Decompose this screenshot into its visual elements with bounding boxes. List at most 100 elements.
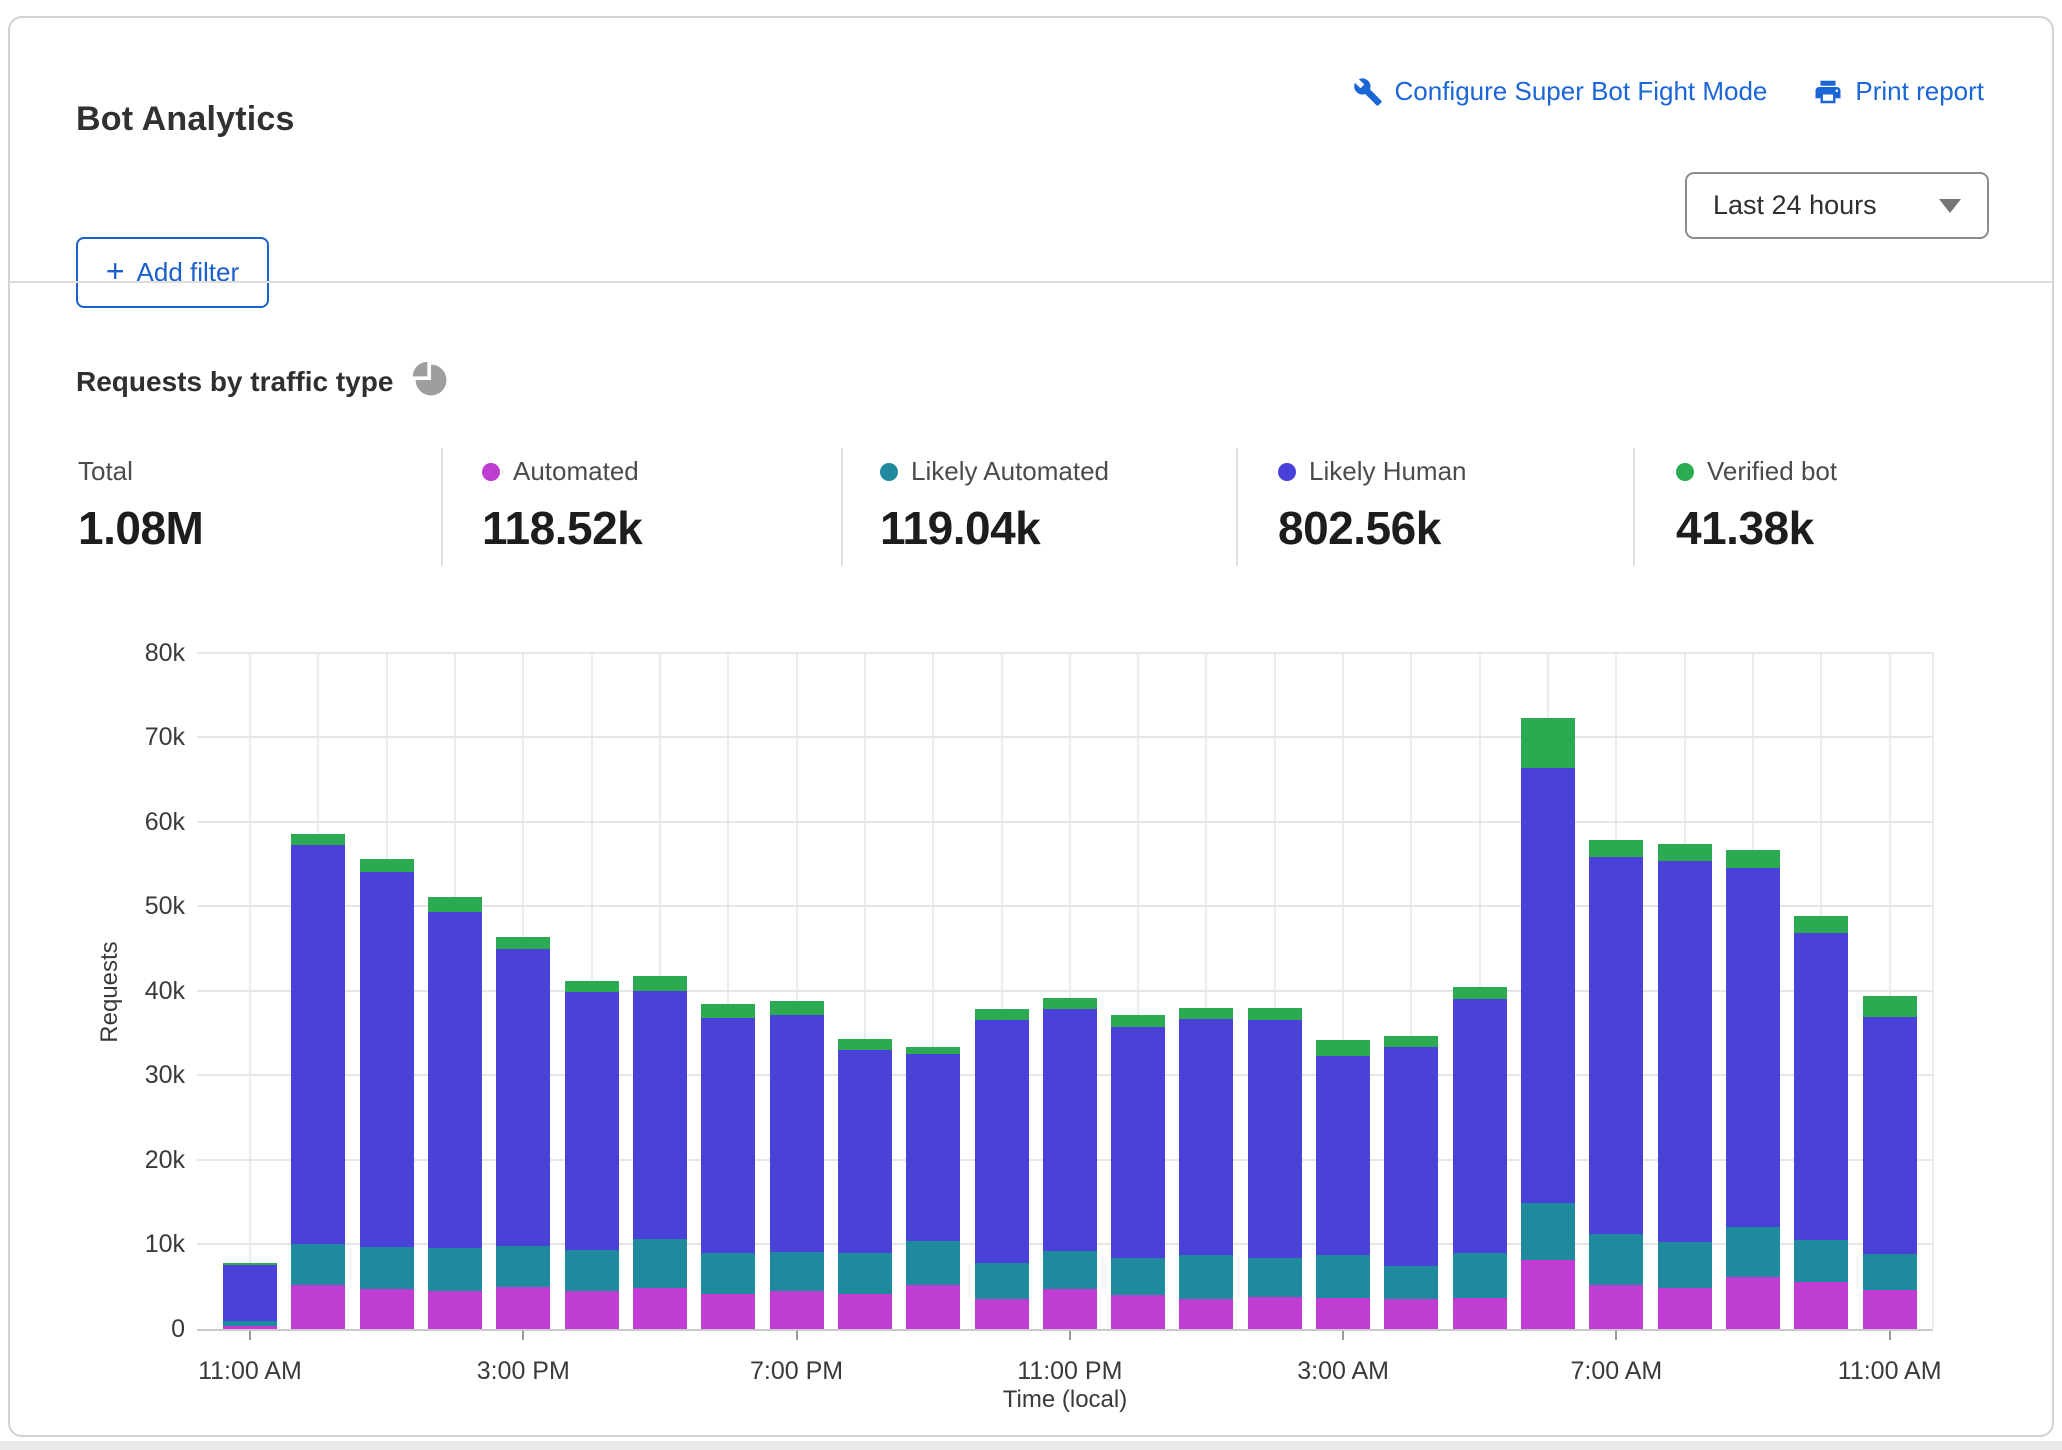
stat-likely-human[interactable]: Likely Human802.56k — [1278, 456, 1467, 555]
bar-segment-verified-bot[interactable] — [906, 1047, 960, 1055]
bar-segment-likely-human[interactable] — [1589, 857, 1643, 1234]
bar-segment-verified-bot[interactable] — [633, 976, 687, 990]
bar-segment-likely-human[interactable] — [1521, 768, 1575, 1203]
bar-segment-likely-human[interactable] — [1453, 999, 1507, 1253]
bar-segment-likely-human[interactable] — [223, 1265, 277, 1321]
bar-segment-likely-automated[interactable] — [428, 1248, 482, 1291]
bar-segment-automated[interactable] — [1589, 1285, 1643, 1329]
bar-segment-likely-automated[interactable] — [1794, 1240, 1848, 1282]
bar-segment-verified-bot[interactable] — [770, 1001, 824, 1015]
bar-segment-automated[interactable] — [496, 1287, 550, 1329]
bar-segment-automated[interactable] — [701, 1294, 755, 1329]
bar-segment-verified-bot[interactable] — [1521, 718, 1575, 768]
bar-segment-automated[interactable] — [428, 1291, 482, 1329]
bar-segment-automated[interactable] — [1726, 1277, 1780, 1329]
bar-segment-verified-bot[interactable] — [1248, 1008, 1302, 1020]
stat-likely-automated[interactable]: Likely Automated119.04k — [880, 456, 1109, 555]
bar-segment-likely-automated[interactable] — [1726, 1227, 1780, 1278]
bar-segment-verified-bot[interactable] — [1863, 996, 1917, 1017]
bar-segment-likely-automated[interactable] — [1658, 1242, 1712, 1289]
bar-segment-automated[interactable] — [1794, 1282, 1848, 1329]
stat-verified-bot[interactable]: Verified bot41.38k — [1676, 456, 1837, 555]
bar-segment-verified-bot[interactable] — [975, 1009, 1029, 1020]
bar-segment-automated[interactable] — [1316, 1298, 1370, 1329]
bar-segment-automated[interactable] — [223, 1326, 277, 1329]
bar-segment-automated[interactable] — [975, 1299, 1029, 1329]
bar-segment-verified-bot[interactable] — [223, 1263, 277, 1265]
bar-segment-automated[interactable] — [770, 1291, 824, 1329]
bar-segment-verified-bot[interactable] — [496, 937, 550, 949]
bar-segment-verified-bot[interactable] — [1453, 987, 1507, 998]
bar-segment-likely-automated[interactable] — [1179, 1255, 1233, 1299]
bar-segment-verified-bot[interactable] — [701, 1004, 755, 1018]
bar-segment-automated[interactable] — [633, 1288, 687, 1329]
bar-segment-likely-automated[interactable] — [1043, 1251, 1097, 1289]
bar-segment-likely-human[interactable] — [1111, 1027, 1165, 1258]
bar-segment-verified-bot[interactable] — [1043, 998, 1097, 1009]
bar-segment-likely-human[interactable] — [838, 1050, 892, 1253]
bar-segment-verified-bot[interactable] — [1658, 844, 1712, 862]
bar-segment-verified-bot[interactable] — [428, 897, 482, 912]
print-report-link[interactable]: Print report — [1813, 76, 1984, 107]
bar-segment-likely-automated[interactable] — [770, 1252, 824, 1291]
bar-segment-likely-automated[interactable] — [223, 1321, 277, 1326]
bar-segment-automated[interactable] — [1863, 1290, 1917, 1329]
bar-segment-automated[interactable] — [1248, 1297, 1302, 1329]
bar-segment-likely-human[interactable] — [633, 991, 687, 1239]
bar-segment-likely-automated[interactable] — [1453, 1253, 1507, 1298]
bar-segment-likely-automated[interactable] — [906, 1241, 960, 1285]
bar-segment-likely-automated[interactable] — [496, 1246, 550, 1287]
bar-segment-likely-human[interactable] — [770, 1015, 824, 1252]
bar-segment-automated[interactable] — [1658, 1288, 1712, 1329]
bar-segment-verified-bot[interactable] — [1384, 1036, 1438, 1048]
bar-segment-likely-automated[interactable] — [1863, 1254, 1917, 1290]
bar-segment-likely-automated[interactable] — [291, 1244, 345, 1285]
bar-segment-likely-human[interactable] — [496, 949, 550, 1247]
bar-segment-verified-bot[interactable] — [291, 834, 345, 844]
bar-segment-likely-human[interactable] — [1726, 868, 1780, 1226]
bar-segment-likely-human[interactable] — [360, 872, 414, 1247]
bar-segment-verified-bot[interactable] — [838, 1039, 892, 1050]
bar-segment-likely-automated[interactable] — [360, 1247, 414, 1289]
bar-segment-likely-automated[interactable] — [633, 1239, 687, 1289]
bar-segment-likely-automated[interactable] — [1521, 1203, 1575, 1260]
bar-segment-automated[interactable] — [360, 1289, 414, 1329]
bar-segment-likely-automated[interactable] — [1384, 1266, 1438, 1298]
bar-segment-likely-human[interactable] — [565, 992, 619, 1250]
bar-segment-likely-automated[interactable] — [1316, 1255, 1370, 1298]
bar-segment-verified-bot[interactable] — [1179, 1008, 1233, 1019]
bar-segment-likely-human[interactable] — [1658, 861, 1712, 1241]
bar-segment-verified-bot[interactable] — [1794, 916, 1848, 934]
bar-segment-automated[interactable] — [291, 1285, 345, 1329]
bar-segment-likely-human[interactable] — [1316, 1056, 1370, 1254]
bar-segment-likely-human[interactable] — [428, 912, 482, 1248]
bar-segment-verified-bot[interactable] — [1111, 1015, 1165, 1027]
bar-segment-automated[interactable] — [1111, 1295, 1165, 1329]
bar-segment-likely-human[interactable] — [1863, 1017, 1917, 1254]
bar-segment-automated[interactable] — [1453, 1298, 1507, 1329]
bar-segment-verified-bot[interactable] — [360, 859, 414, 873]
bar-segment-likely-human[interactable] — [1043, 1009, 1097, 1250]
bar-segment-likely-human[interactable] — [291, 845, 345, 1244]
bar-segment-automated[interactable] — [565, 1291, 619, 1329]
bar-segment-automated[interactable] — [906, 1285, 960, 1329]
bar-segment-likely-human[interactable] — [975, 1020, 1029, 1263]
stat-total[interactable]: Total1.08M — [78, 456, 203, 555]
bar-segment-automated[interactable] — [1384, 1299, 1438, 1329]
bar-segment-automated[interactable] — [1521, 1260, 1575, 1329]
bar-segment-likely-automated[interactable] — [1248, 1258, 1302, 1297]
bar-segment-verified-bot[interactable] — [1726, 850, 1780, 868]
bar-segment-likely-human[interactable] — [906, 1054, 960, 1241]
bar-segment-verified-bot[interactable] — [565, 981, 619, 993]
bar-segment-likely-human[interactable] — [701, 1018, 755, 1253]
bar-segment-likely-human[interactable] — [1179, 1019, 1233, 1256]
bar-segment-likely-human[interactable] — [1248, 1020, 1302, 1258]
bar-segment-likely-automated[interactable] — [565, 1250, 619, 1291]
bar-segment-likely-automated[interactable] — [1111, 1258, 1165, 1295]
bar-segment-verified-bot[interactable] — [1316, 1040, 1370, 1056]
bar-segment-verified-bot[interactable] — [1589, 840, 1643, 857]
bar-segment-automated[interactable] — [1043, 1289, 1097, 1329]
bar-segment-automated[interactable] — [838, 1294, 892, 1329]
add-filter-button[interactable]: + Add filter — [76, 237, 269, 308]
bar-segment-likely-automated[interactable] — [701, 1253, 755, 1294]
